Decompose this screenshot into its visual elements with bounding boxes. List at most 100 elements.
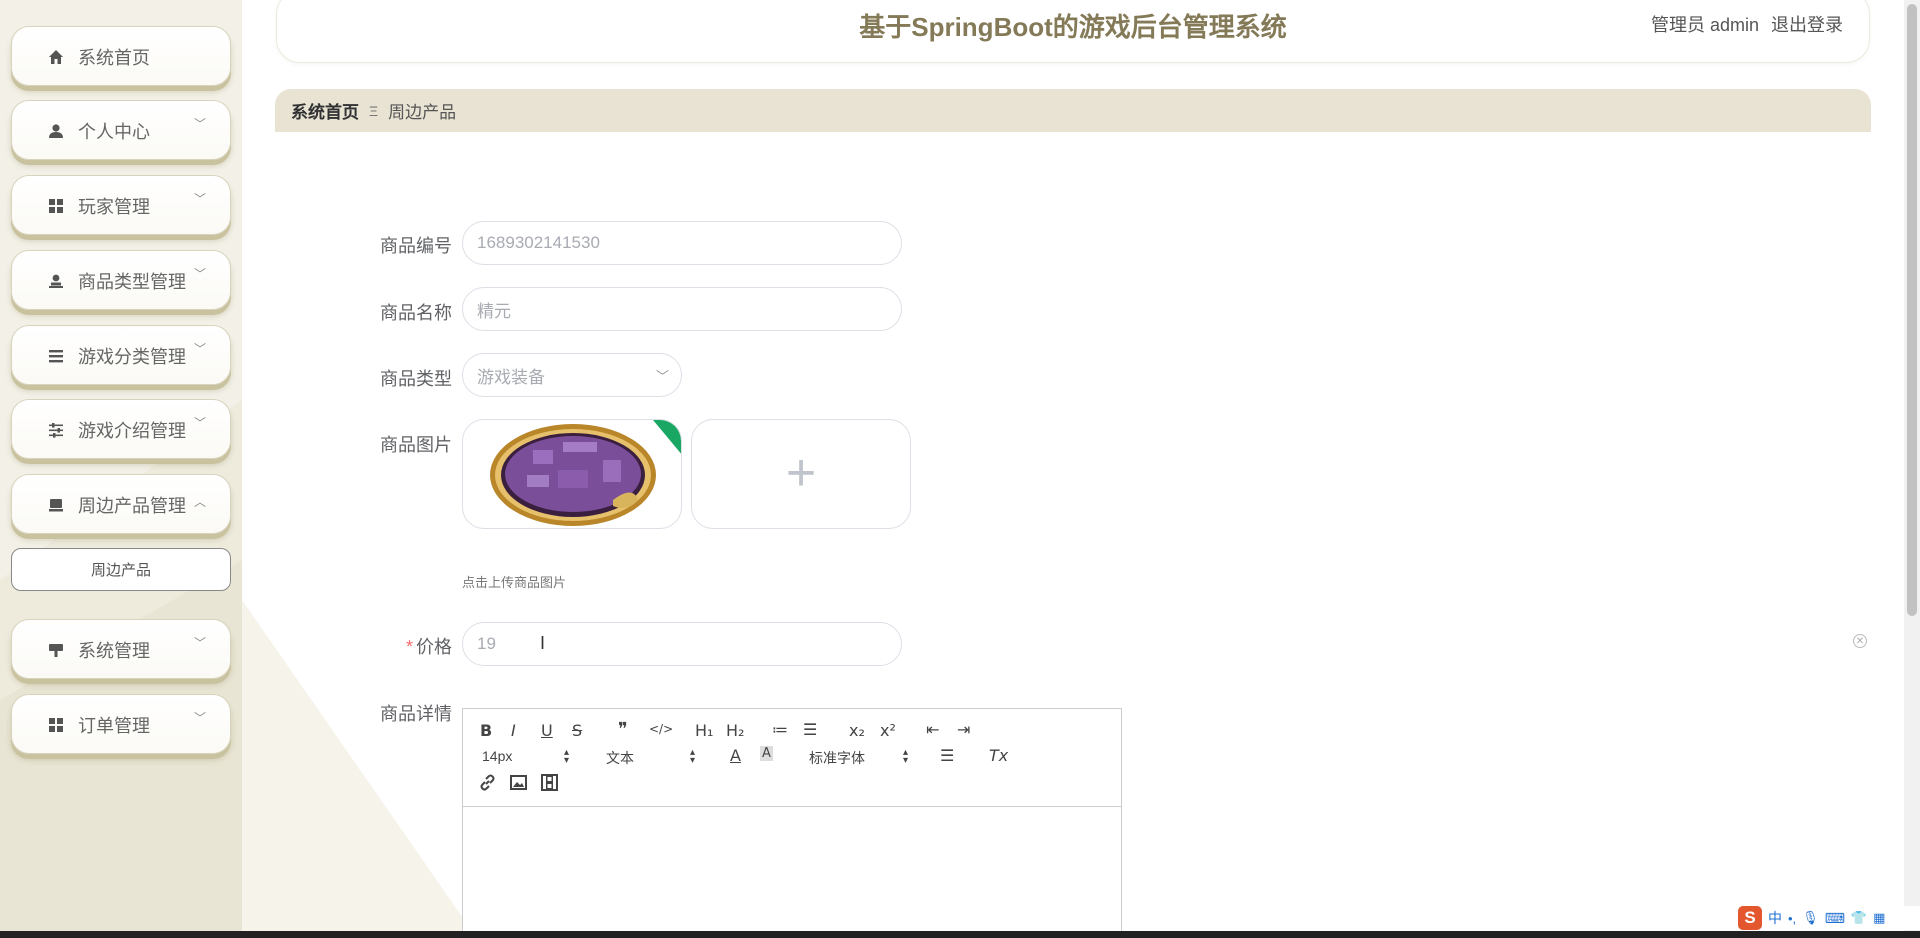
sort-caret-icon: ▴ ▾	[564, 747, 570, 766]
menu-item-label: 周边产品管理	[78, 496, 186, 516]
sort-caret-icon: ▴ ▾	[903, 747, 909, 766]
strike-button[interactable]: S	[572, 721, 582, 740]
sidebar: 系统首页 个人中心 ﹀ 玩家管理 ﹀ 商品类型管理 ﹀ 游戏分类管理 ﹀ 游戏介…	[0, 0, 242, 938]
product-code-input[interactable]: 1689302141530	[462, 221, 902, 265]
chevron-down-icon: ﹀	[193, 416, 206, 430]
font-family-value: 标准字体	[809, 750, 865, 766]
list-icon	[48, 348, 64, 364]
link-icon[interactable]	[479, 774, 496, 795]
scrollbar-thumb[interactable]	[1907, 4, 1917, 616]
user-icon	[48, 123, 64, 139]
price-input[interactable]: 19	[462, 622, 902, 666]
blockquote-button[interactable]: ❞	[618, 719, 628, 740]
person-stamp-icon	[48, 273, 64, 289]
video-icon[interactable]	[541, 774, 558, 795]
stand-icon	[48, 642, 64, 658]
chevron-down-icon: ﹀	[193, 117, 206, 131]
font-size-select[interactable]: 14px ▴ ▾	[482, 747, 574, 766]
logout-button[interactable]: 退出登录	[1771, 11, 1843, 37]
bold-button[interactable]: B	[480, 721, 492, 740]
header-select[interactable]: 文本 ▴ ▾	[606, 748, 700, 768]
image-icon[interactable]	[510, 774, 527, 795]
sliders-icon	[48, 422, 64, 438]
product-name-input[interactable]: 精元	[462, 287, 902, 331]
chevron-up-icon: ︿	[193, 495, 206, 509]
label-product-type: 商品类型	[380, 369, 452, 389]
label-product-image: 商品图片	[380, 435, 452, 455]
chevron-down-icon: ﹀	[193, 636, 206, 650]
system-tray: S 中 •, 🎙 ⌨ 👕 ▦	[1738, 906, 1920, 930]
menu-item-label: 系统首页	[78, 48, 150, 68]
submenu-item-peripheral-products[interactable]: 周边产品	[11, 548, 231, 591]
breadcrumb-separator-icon: Ξ	[369, 102, 379, 119]
menu-item-label: 系统管理	[78, 641, 150, 661]
menu-item-home[interactable]: 系统首页	[11, 26, 231, 86]
chevron-down-icon: ﹀	[193, 192, 206, 206]
required-mark: *	[405, 637, 413, 657]
label-product-detail: 商品详情	[380, 704, 452, 724]
label-product-name: 商品名称	[380, 303, 452, 323]
superscript-button[interactable]: x²	[880, 721, 896, 740]
sort-caret-icon: ▴ ▾	[690, 747, 696, 766]
chevron-down-icon: ﹀	[193, 267, 206, 281]
font-family-select[interactable]: 标准字体 ▴ ▾	[809, 748, 913, 768]
menu-item-peripheral-product-management[interactable]: 周边产品管理 ︿	[11, 474, 231, 534]
clear-icon[interactable]: ✕	[1853, 634, 1867, 648]
code-block-button[interactable]: </>	[649, 722, 673, 736]
h1-button[interactable]: H₁	[695, 721, 713, 740]
underline-button[interactable]: U	[541, 721, 553, 740]
home-icon	[48, 49, 64, 65]
background-color-button[interactable]: A	[760, 746, 773, 761]
menu-item-label: 游戏分类管理	[78, 347, 186, 367]
clean-format-button[interactable]: Tx	[989, 746, 1008, 765]
chevron-down-icon: ﹀	[193, 342, 206, 356]
menu-item-game-intro-management[interactable]: 游戏介绍管理 ﹀	[11, 399, 231, 459]
font-size-value: 14px	[482, 748, 513, 764]
product-type-select[interactable]: 游戏装备 ﹀	[462, 353, 682, 397]
chevron-down-icon: ﹀	[193, 711, 206, 725]
menu-item-product-type-management[interactable]: 商品类型管理 ﹀	[11, 250, 231, 310]
upload-tip: 点击上传商品图片	[462, 575, 567, 590]
indent-button[interactable]: ⇥	[957, 720, 970, 739]
keyboard-icon[interactable]: ⌨	[1825, 910, 1845, 927]
sogou-ime-icon[interactable]: S	[1738, 906, 1762, 930]
toolbox-icon[interactable]: ▦	[1873, 910, 1885, 926]
product-type-value: 游戏装备	[477, 367, 545, 387]
label-price: * 价格	[262, 633, 452, 659]
subscript-button[interactable]: x₂	[849, 721, 865, 740]
chinese-mode-icon[interactable]: 中	[1768, 908, 1782, 928]
plus-icon: +	[785, 443, 817, 502]
breadcrumb: 系统首页 Ξ 周边产品	[275, 89, 1871, 132]
menu-item-order-management[interactable]: 订单管理 ﹀	[11, 694, 231, 754]
bullet-list-button[interactable]: ☰	[803, 720, 817, 739]
skin-icon[interactable]: 👕	[1851, 910, 1867, 926]
editor-toolbar: B I U S ❞ </> H₁ H₂ ≔ ☰ x₂ x² ⇤ ⇥ 14px ▴…	[463, 709, 1121, 807]
ordered-list-button[interactable]: ≔	[772, 720, 788, 739]
align-button[interactable]: ☰	[940, 746, 954, 765]
outdent-button[interactable]: ⇤	[926, 720, 939, 739]
h2-button[interactable]: H₂	[726, 721, 744, 740]
menu-item-system-management[interactable]: 系统管理 ﹀	[11, 619, 231, 679]
upload-trigger[interactable]: +	[691, 419, 911, 529]
grid-icon	[48, 717, 64, 733]
breadcrumb-current: 周边产品	[388, 103, 457, 122]
menu-item-player-management[interactable]: 玩家管理 ﹀	[11, 175, 231, 235]
text-color-button[interactable]: A	[730, 746, 741, 765]
menu-item-label: 游戏介绍管理	[78, 421, 186, 441]
italic-button[interactable]: I	[511, 721, 516, 740]
header: 基于SpringBoot的游戏后台管理系统 管理员 admin 退出登录	[276, 0, 1870, 63]
punctuation-icon[interactable]: •,	[1788, 911, 1796, 926]
grid-icon	[48, 198, 64, 214]
menu-item-personal-center[interactable]: 个人中心 ﹀	[11, 100, 231, 160]
uploaded-image-card[interactable]	[462, 419, 682, 529]
rich-text-editor[interactable]: B I U S ❞ </> H₁ H₂ ≔ ☰ x₂ x² ⇤ ⇥ 14px ▴…	[462, 708, 1122, 938]
text-cursor-icon: I	[540, 633, 546, 653]
page-title: 基于SpringBoot的游戏后台管理系统	[859, 12, 1287, 42]
menu-item-label: 玩家管理	[78, 197, 150, 217]
breadcrumb-home[interactable]: 系统首页	[291, 98, 359, 123]
menu-item-label: 个人中心	[78, 122, 150, 142]
menu-item-game-category-management[interactable]: 游戏分类管理 ﹀	[11, 325, 231, 385]
monitor-icon	[48, 497, 64, 513]
page-scrollbar[interactable]	[1904, 0, 1920, 931]
microphone-icon[interactable]: 🎙	[1802, 910, 1819, 926]
